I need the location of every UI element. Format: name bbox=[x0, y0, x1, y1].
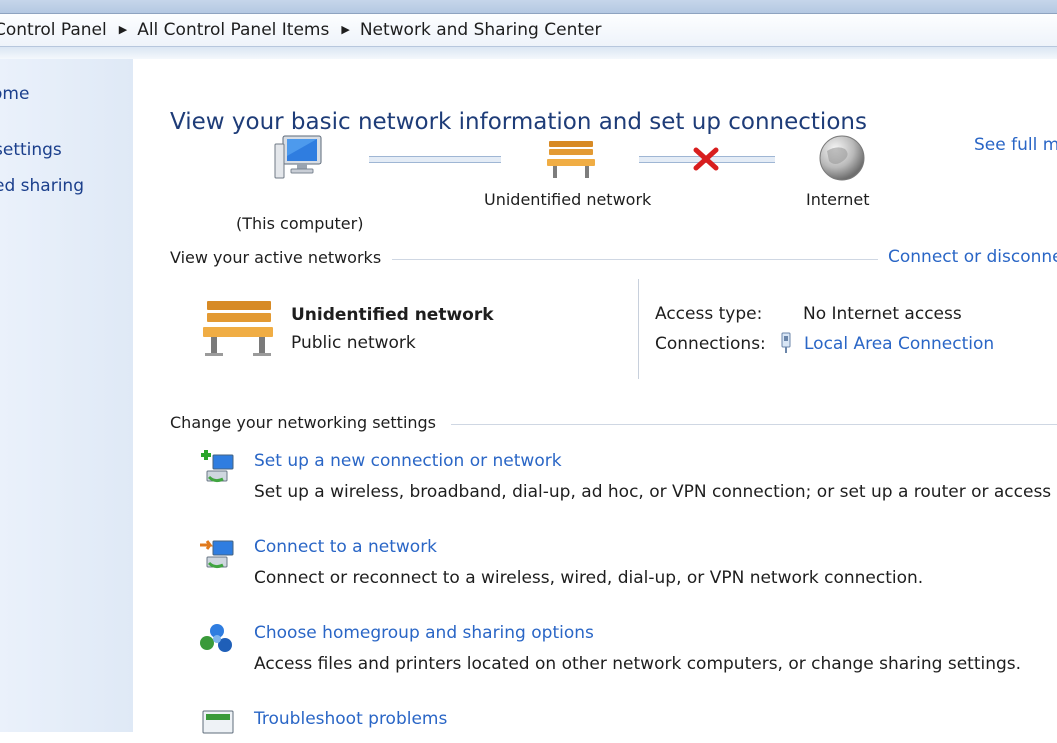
homegroup-options-desc: Access files and printers located on oth… bbox=[254, 654, 1022, 674]
troubleshoot-link[interactable]: Troubleshoot problems bbox=[254, 709, 447, 729]
breadcrumb-item-all-items[interactable]: All Control Panel Items bbox=[137, 20, 329, 40]
active-networks-heading: View your active networks bbox=[170, 248, 382, 267]
section-divider bbox=[392, 259, 878, 260]
vertical-divider bbox=[638, 279, 639, 379]
section-divider bbox=[451, 424, 1057, 425]
bench-icon[interactable] bbox=[545, 137, 597, 181]
connect-network-icon bbox=[200, 540, 234, 569]
connect-to-network-link[interactable]: Connect to a network bbox=[254, 537, 437, 557]
homegroup-options-link[interactable]: Choose homegroup and sharing options bbox=[254, 623, 594, 643]
breadcrumb-item-control-panel[interactable]: Control Panel bbox=[0, 20, 107, 40]
setup-new-connection-desc: Set up a wireless, broadband, dial-up, a… bbox=[254, 482, 1057, 502]
breadcrumb-chevron-icon[interactable]: ▶ bbox=[119, 23, 127, 36]
map-connection-line bbox=[369, 156, 501, 163]
page-title: View your basic network information and … bbox=[170, 109, 867, 136]
connections-label: Connections: bbox=[655, 334, 766, 354]
window-frame-top bbox=[0, 0, 1057, 13]
connect-to-network-desc: Connect or reconnect to a wireless, wire… bbox=[254, 568, 924, 588]
globe-icon[interactable] bbox=[817, 133, 867, 183]
change-settings-heading: Change your networking settings bbox=[170, 413, 437, 432]
map-internet-label: Internet bbox=[806, 190, 870, 209]
map-computer-label: (This computer) bbox=[236, 214, 364, 233]
breadcrumb-chevron-icon[interactable]: ▶ bbox=[341, 23, 349, 36]
address-bar[interactable]: Control Panel ▶ All Control Panel Items ▶ Ne… bbox=[0, 13, 1057, 47]
local-area-connection-link[interactable]: Local Area Connection bbox=[804, 334, 994, 354]
network-category-link[interactable]: Public network bbox=[291, 333, 416, 353]
computer-icon[interactable] bbox=[273, 134, 329, 184]
sidebar-link-change-adapter-settings[interactable]: settings bbox=[0, 140, 62, 160]
no-connection-x-icon bbox=[693, 147, 719, 171]
sidebar-link-advanced-sharing[interactable]: ed sharing bbox=[0, 176, 84, 196]
map-network-label: Unidentified network bbox=[484, 190, 652, 209]
breadcrumb: Control Panel ▶ All Control Panel Items ▶ Ne… bbox=[0, 20, 601, 40]
main-content: View your basic network information and … bbox=[133, 59, 1057, 734]
homegroup-icon bbox=[200, 624, 232, 652]
toolbar-band bbox=[0, 47, 1057, 59]
access-type-label: Access type: bbox=[655, 304, 763, 324]
new-connection-icon bbox=[201, 450, 234, 483]
bench-large-icon bbox=[203, 301, 273, 356]
see-full-map-link[interactable]: See full m bbox=[974, 135, 1057, 155]
sidebar-link-control-panel-home[interactable]: ome bbox=[0, 84, 29, 104]
ethernet-plug-icon bbox=[781, 332, 791, 353]
setup-new-connection-link[interactable]: Set up a new connection or network bbox=[254, 451, 562, 471]
active-network-name: Unidentified network bbox=[291, 305, 494, 325]
troubleshoot-icon bbox=[202, 710, 234, 734]
breadcrumb-item-network-center[interactable]: Network and Sharing Center bbox=[360, 20, 602, 40]
access-type-value: No Internet access bbox=[803, 304, 962, 324]
connect-disconnect-link[interactable]: Connect or disconne bbox=[888, 247, 1057, 267]
